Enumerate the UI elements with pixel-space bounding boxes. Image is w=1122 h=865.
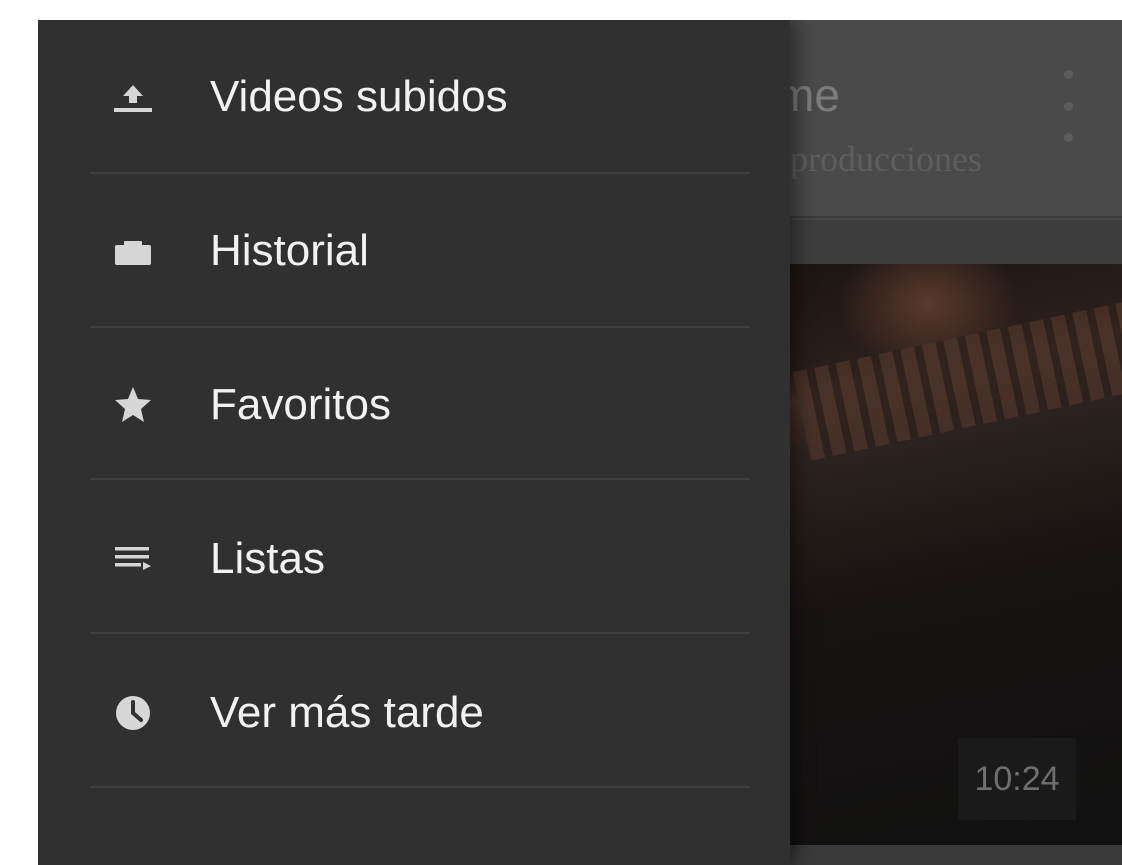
- drawer-item-playlists[interactable]: Listas: [38, 482, 790, 636]
- navigation-drawer: Videos subidos Historial Favoritos Lista…: [38, 20, 790, 865]
- playlist-icon: [108, 534, 158, 584]
- star-icon: [108, 380, 158, 430]
- upload-icon: [108, 72, 158, 122]
- drawer-item-watch-later[interactable]: Ver más tarde: [38, 636, 790, 790]
- drawer-item-label: Ver más tarde: [210, 688, 484, 737]
- divider: [90, 786, 750, 788]
- channel-subtitle: producciones: [790, 139, 982, 179]
- divider: [90, 478, 750, 480]
- drawer-item-label: Favoritos: [210, 380, 391, 429]
- video-thumbnail[interactable]: 10:24: [758, 264, 1122, 845]
- device-screen: me producciones 10:24 Videos subidos His…: [38, 20, 1122, 865]
- divider: [90, 632, 750, 634]
- clock-icon: [108, 688, 158, 738]
- drawer-item-uploaded-videos[interactable]: Videos subidos: [38, 20, 790, 174]
- history-icon: [108, 226, 158, 276]
- drawer-item-label: Videos subidos: [210, 72, 508, 121]
- drawer-item-history[interactable]: Historial: [38, 174, 790, 328]
- video-duration-badge: 10:24: [958, 738, 1076, 820]
- drawer-item-favorites[interactable]: Favoritos: [38, 328, 790, 482]
- drawer-item-label: Historial: [210, 226, 369, 275]
- more-options-icon[interactable]: [1056, 70, 1080, 142]
- drawer-item-label: Listas: [210, 534, 325, 583]
- bottom-bar: [758, 845, 1122, 865]
- guitar-image: [792, 297, 1122, 461]
